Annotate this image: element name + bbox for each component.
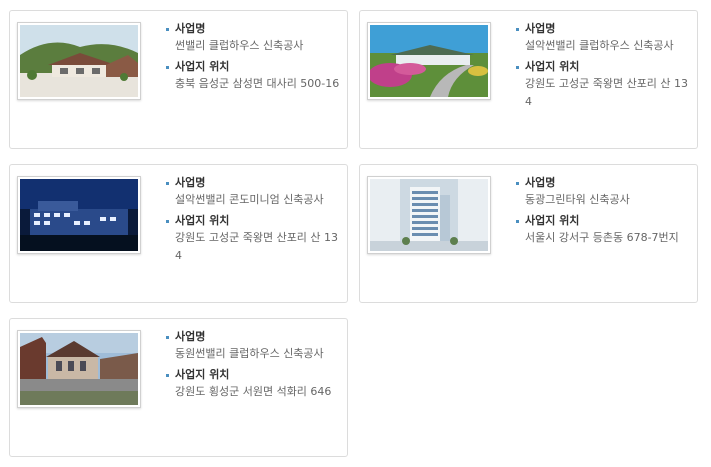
project-location-label: 사업지 위치 [164,213,340,229]
project-thumbnail[interactable] [17,22,141,100]
project-name-label: 사업명 [164,175,340,191]
project-name: 동광그린타워 신축공사 [525,193,630,206]
clubhouse-garden-photo-icon [370,25,488,97]
project-card[interactable]: 사업명 설악썬밸리 클럽하우스 신축공사 사업지 위치 강원도 고성군 죽왕면 … [359,10,698,149]
project-name: 썬밸리 클럽하우스 신축공사 [175,39,304,52]
project-name: 설악썬밸리 콘도미니엄 신축공사 [175,193,324,206]
project-location: 강원도 고성군 죽왕면 산포리 산 134 [525,77,689,108]
project-name: 설악썬밸리 클럽하우스 신축공사 [525,39,674,52]
project-name-label: 사업명 [514,175,690,191]
project-card[interactable]: 사업명 동원썬밸리 클럽하우스 신축공사 사업지 위치 강원도 횡성군 서원면 … [9,318,348,457]
project-name: 동원썬밸리 클럽하우스 신축공사 [175,347,324,360]
project-location: 서울시 강서구 등촌동 678-7번지 [525,231,679,244]
project-thumbnail[interactable] [367,22,491,100]
project-name-label: 사업명 [514,21,690,37]
project-thumbnail[interactable] [367,176,491,254]
project-location-label: 사업지 위치 [514,59,690,75]
project-card[interactable]: 사업명 썬밸리 클럽하우스 신축공사 사업지 위치 충북 음성군 삼성면 대사리… [9,10,348,149]
project-card[interactable]: 사업명 동광그린타워 신축공사 사업지 위치 서울시 강서구 등촌동 678-7… [359,164,698,303]
project-location-label: 사업지 위치 [514,213,690,229]
condominium-night-photo-icon [20,179,138,251]
clubhouse-dusk-photo-icon [20,333,138,405]
project-card[interactable]: 사업명 설악썬밸리 콘도미니엄 신축공사 사업지 위치 강원도 고성군 죽왕면 … [9,164,348,303]
project-location: 충북 음성군 삼성면 대사리 500-16 [175,77,340,90]
project-location-label: 사업지 위치 [164,59,340,75]
project-name-label: 사업명 [164,329,340,345]
project-location-label: 사업지 위치 [164,367,340,383]
office-tower-photo-icon [370,179,488,251]
project-thumbnail[interactable] [17,176,141,254]
project-name-label: 사업명 [164,21,340,37]
project-thumbnail[interactable] [17,330,141,408]
clubhouse-photo-icon [20,25,138,97]
project-location: 강원도 횡성군 서원면 석화리 646 [175,385,332,398]
project-location: 강원도 고성군 죽왕면 산포리 산 134 [175,231,339,262]
